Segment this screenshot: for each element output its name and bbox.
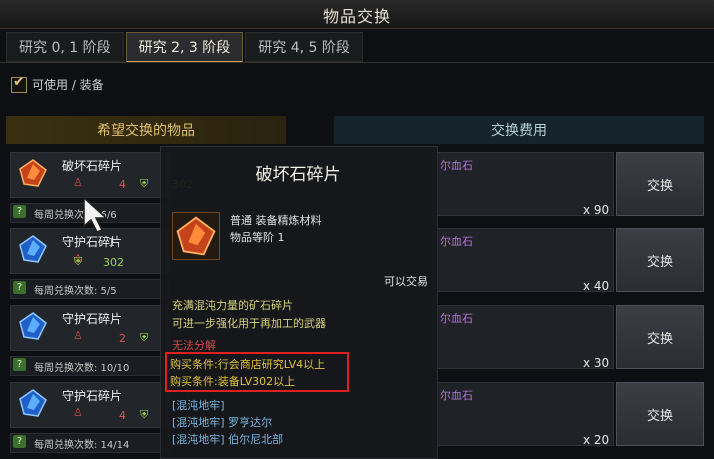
guardian-stone-icon [19, 312, 47, 340]
destruction-stone-icon [19, 159, 47, 187]
window-title: 物品交换 [322, 7, 391, 26]
exchange-cost-header: 交换费用 [334, 116, 704, 144]
cost-quantity: x 40 [583, 279, 610, 293]
helmet-icon: ⛨ [140, 408, 149, 421]
tier-icon: ♙ [73, 329, 83, 342]
tier-value: 4 [119, 409, 126, 422]
tooltip-tier: 物品等阶 1 [230, 231, 285, 244]
exchange-button[interactable]: 交换 [616, 382, 704, 446]
tier-icon: ♙ [73, 176, 83, 189]
tooltip-source: [混沌地牢] [172, 399, 225, 412]
tooltip-desc-line: 可进一步强化用于再加工的武器 [172, 317, 326, 330]
tab-divider [0, 62, 714, 63]
weekly-limit: 每周兑换次数: 14/14 [34, 440, 130, 451]
usable-filter-label: 可使用 / 装备 [32, 78, 104, 92]
tier-value: 2 [119, 332, 126, 345]
currency-name: 尔血石 [440, 235, 473, 248]
exchange-button[interactable]: 交换 [616, 152, 704, 216]
tooltip-source: [混沌地牢] 伯尔尼北部 [172, 433, 284, 446]
guardian-stone-icon [19, 389, 47, 417]
help-icon[interactable]: ? [13, 435, 26, 448]
tab-research-4-5[interactable]: 研究 4, 5 阶段 [245, 32, 363, 62]
tooltip-source: [混沌地牢] 罗亨达尔 [172, 416, 273, 429]
cost-quantity: x 90 [583, 203, 610, 217]
item-name: 破坏石碎片 [62, 159, 123, 173]
item-name: 守护石碎片 [62, 389, 123, 403]
guardian-stone-icon [19, 235, 47, 263]
tooltip-tradable: 可以交易 [384, 275, 428, 288]
cost-quantity: x 20 [583, 433, 610, 447]
mouse-cursor-icon [83, 196, 108, 233]
weekly-limit: 每周兑换次数: 10/10 [34, 363, 130, 374]
helmet-icon: ⛨ [140, 331, 149, 344]
help-icon[interactable]: ? [13, 358, 26, 371]
checkmark-icon: ✔ [13, 74, 25, 90]
helmet-icon: ⛨ [74, 255, 83, 268]
currency-name: 尔血石 [440, 389, 473, 402]
help-icon[interactable]: ? [13, 281, 26, 294]
tier-value: 1 [108, 236, 115, 249]
currency-name: 尔血石 [440, 312, 473, 325]
destruction-stone-icon [176, 216, 216, 256]
tooltip-unsellable: 无法分解 [172, 339, 216, 352]
purchase-condition: 购买条件:行会商店研究LV4以上 [170, 358, 326, 371]
tooltip-grade: 普通 装备精炼材料 [230, 214, 322, 227]
tooltip-title: 破坏石碎片 [255, 165, 341, 185]
cost-quantity: x 30 [583, 356, 610, 370]
tab-bar: 研究 0, 1 阶段 研究 2, 3 阶段 研究 4, 5 阶段 [6, 32, 365, 63]
currency-name: 尔血石 [440, 159, 473, 172]
tier-icon: ♙ [73, 406, 83, 419]
tier-value: 4 [119, 178, 126, 191]
tooltip-item-frame [172, 212, 220, 260]
tab-research-2-3[interactable]: 研究 2, 3 阶段 [125, 32, 244, 63]
exchange-button[interactable]: 交换 [616, 228, 704, 292]
exchange-button[interactable]: 交换 [616, 305, 704, 369]
wanted-items-header: 希望交换的物品 [6, 116, 286, 144]
purchase-condition: 购买条件:装备LV302以上 [170, 375, 296, 388]
help-icon[interactable]: ? [13, 205, 26, 218]
tooltip-desc-line: 充满混沌力量的矿石碎片 [172, 299, 293, 312]
level-value: 302 [103, 256, 124, 269]
item-name: 守护石碎片 [62, 312, 123, 326]
tab-research-0-1[interactable]: 研究 0, 1 阶段 [6, 32, 124, 62]
helmet-icon: ⛨ [140, 177, 149, 190]
weekly-limit: 每周兑换次数: 5/5 [34, 286, 117, 297]
